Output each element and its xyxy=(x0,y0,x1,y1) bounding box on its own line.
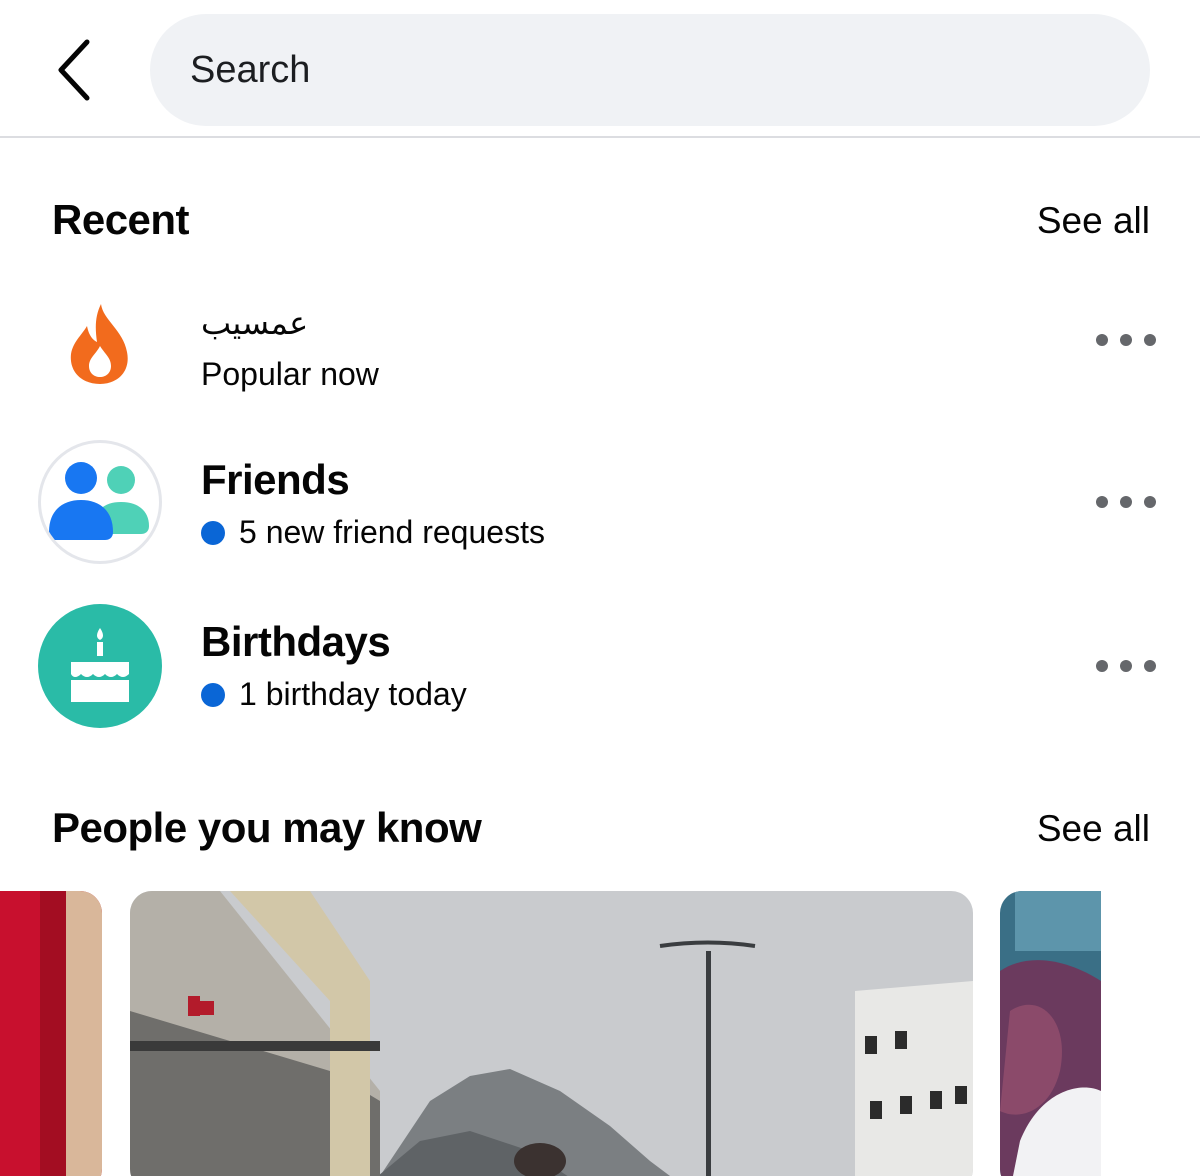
recent-heading: Recent xyxy=(52,196,190,243)
recent-item-subtitle-row: 5 new friend requests xyxy=(201,514,545,551)
fire-icon xyxy=(38,282,162,406)
more-options-button[interactable] xyxy=(1096,320,1156,360)
search-bar[interactable] xyxy=(150,14,1150,126)
recent-item-title: Birthdays xyxy=(201,618,391,665)
person-card[interactable] xyxy=(1000,891,1101,1176)
dot-icon xyxy=(1120,496,1132,508)
birthday-cake-icon xyxy=(38,604,162,728)
chevron-left-icon xyxy=(58,39,90,101)
recent-item-friends[interactable]: Friends 5 new friend requests xyxy=(0,426,1200,576)
recent-item-subtitle: 5 new friend requests xyxy=(239,514,545,550)
dot-icon xyxy=(1096,660,1108,672)
search-input[interactable] xyxy=(190,48,1150,92)
person-photo xyxy=(1000,891,1101,1176)
person-card[interactable] xyxy=(0,891,102,1176)
recent-item-title: عمسيب xyxy=(201,305,309,341)
dot-icon xyxy=(1144,496,1156,508)
recent-see-all-link[interactable]: See all xyxy=(1037,200,1150,242)
dot-icon xyxy=(1096,334,1108,346)
notification-dot-icon xyxy=(201,520,225,545)
people-you-may-know-heading: People you may know xyxy=(52,804,482,851)
recent-item-birthdays[interactable]: Birthdays 1 birthday today xyxy=(0,590,1200,740)
recent-item-subtitle-row: 1 birthday today xyxy=(201,676,467,713)
person-card[interactable] xyxy=(130,891,973,1176)
person-photo xyxy=(0,891,102,1176)
dot-icon xyxy=(1144,334,1156,346)
top-bar xyxy=(0,0,1200,138)
recent-item-subtitle: Popular now xyxy=(201,356,379,392)
person-photo xyxy=(130,891,973,1176)
friends-icon xyxy=(38,440,162,564)
dot-icon xyxy=(1120,660,1132,672)
recent-item-title: Friends xyxy=(201,456,350,503)
more-options-button[interactable] xyxy=(1096,646,1156,686)
recent-item-popular[interactable]: عمسيب Popular now xyxy=(0,268,1200,418)
recent-item-subtitle: 1 birthday today xyxy=(239,676,467,712)
dot-icon xyxy=(1096,496,1108,508)
dot-icon xyxy=(1144,660,1156,672)
more-options-button[interactable] xyxy=(1096,482,1156,522)
notification-dot-icon xyxy=(201,682,225,707)
back-button[interactable] xyxy=(40,30,110,110)
people-see-all-link[interactable]: See all xyxy=(1037,808,1150,850)
dot-icon xyxy=(1120,334,1132,346)
